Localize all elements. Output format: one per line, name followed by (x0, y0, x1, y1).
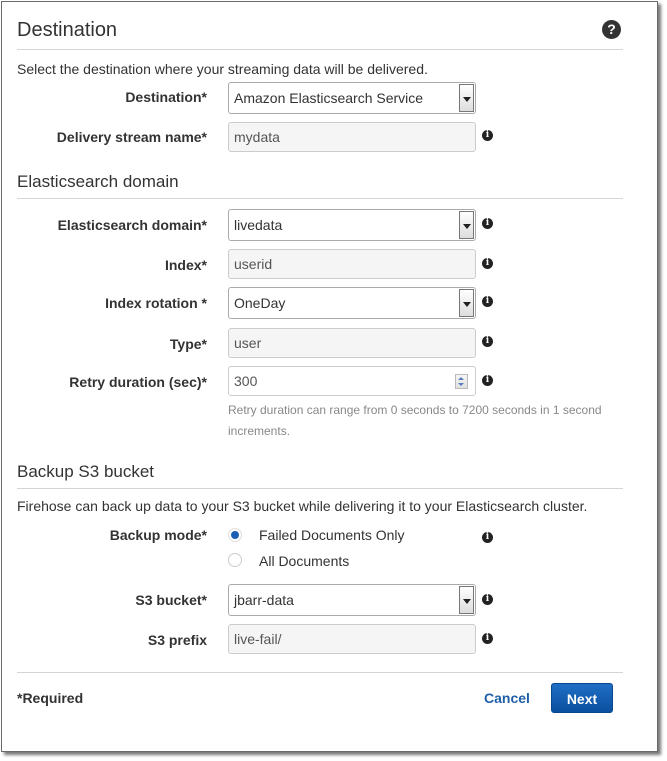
retry-duration-input[interactable]: 300 (228, 366, 476, 396)
es-domain-select-value: livedata (234, 217, 283, 233)
backup-mode-label: Backup mode* (109, 527, 207, 543)
info-icon[interactable]: i (482, 130, 493, 141)
index-rotation-label: Index rotation * (105, 295, 207, 311)
divider (17, 488, 623, 489)
radio-all-documents[interactable] (228, 553, 242, 567)
type-input[interactable]: user (228, 328, 476, 358)
info-icon[interactable]: i (482, 633, 493, 644)
radio-failed-documents-only[interactable] (228, 528, 242, 542)
stream-name-input[interactable]: mydata (228, 122, 476, 152)
destination-label: Destination* (125, 89, 207, 105)
cancel-button[interactable]: Cancel (484, 690, 530, 706)
s3-prefix-label: S3 prefix (147, 632, 207, 648)
retry-duration-hint: Retry duration can range from 0 seconds … (228, 403, 602, 438)
chevron-down-icon[interactable] (459, 586, 474, 614)
next-button[interactable]: Next (551, 683, 613, 713)
spinner-down-icon[interactable] (458, 383, 464, 386)
number-spinner[interactable] (455, 374, 468, 389)
s3-bucket-select[interactable]: jbarr-data (228, 584, 476, 616)
divider (17, 672, 623, 673)
chevron-down-icon[interactable] (459, 84, 474, 112)
s3-prefix-input[interactable]: live-fail/ (228, 624, 476, 654)
info-icon[interactable]: i (482, 594, 493, 605)
retry-duration-value: 300 (234, 373, 258, 389)
section-title-elasticsearch: Elasticsearch domain (17, 172, 179, 191)
radio-label-failed-documents-only[interactable]: Failed Documents Only (259, 527, 405, 543)
section-title-backup: Backup S3 bucket (17, 462, 155, 481)
info-icon[interactable]: i (482, 218, 493, 229)
backup-description: Firehose can back up data to your S3 buc… (17, 498, 588, 514)
s3-bucket-label: S3 bucket* (135, 592, 207, 608)
destination-description: Select the destination where your stream… (17, 61, 428, 77)
retry-duration-label: Retry duration (sec)* (69, 374, 207, 390)
chevron-down-icon[interactable] (459, 211, 474, 239)
es-domain-label: Elasticsearch domain* (57, 217, 207, 233)
destination-select-value: Amazon Elasticsearch Service (234, 90, 424, 106)
index-rotation-select-value: OneDay (234, 295, 286, 311)
index-rotation-select[interactable]: OneDay (228, 287, 476, 319)
s3-bucket-select-value: jbarr-data (234, 592, 294, 608)
info-icon[interactable]: i (482, 296, 493, 307)
destination-select[interactable]: Amazon Elasticsearch Service (228, 82, 476, 114)
radio-label-all-documents[interactable]: All Documents (259, 553, 349, 569)
info-icon[interactable]: i (482, 336, 493, 347)
type-label: Type* (169, 336, 207, 352)
info-icon[interactable]: i (482, 258, 493, 269)
index-label: Index* (164, 257, 207, 273)
divider (17, 198, 623, 199)
spinner-up-icon[interactable] (458, 377, 464, 380)
chevron-down-icon[interactable] (459, 289, 474, 317)
stream-name-label: Delivery stream name* (56, 129, 207, 145)
index-input[interactable]: userid (228, 249, 476, 279)
es-domain-select[interactable]: livedata (228, 209, 476, 241)
section-title-destination: Destination (17, 19, 118, 41)
info-icon[interactable]: i (482, 532, 493, 543)
question-circle-icon[interactable]: ? (602, 20, 621, 39)
required-note: *Required (17, 690, 84, 706)
divider (17, 49, 623, 50)
info-icon[interactable]: i (482, 375, 493, 386)
